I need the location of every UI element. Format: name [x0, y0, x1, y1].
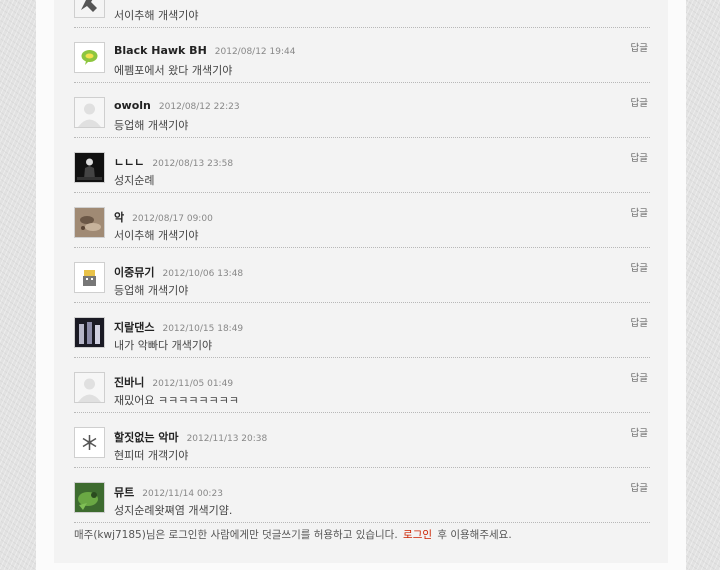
reply-button[interactable]: 답글	[631, 480, 648, 494]
robot-avatar-icon[interactable]	[74, 0, 105, 18]
comment-item: 이중뮤기 2012/10/06 13:48 등업해 개색기야 답글	[74, 248, 650, 303]
comment-text: 서이추해 개색기야	[114, 9, 199, 22]
comment-date: 2012/08/13 23:58	[152, 159, 234, 169]
comment-author[interactable]: 진바니	[114, 376, 144, 389]
comment-text: 현피떠 개객기야	[114, 449, 189, 462]
login-notice-suffix: 후 이용해주세요.	[437, 529, 512, 541]
login-notice: 매주(kwj7185)님은 로그인한 사람에게만 덧글쓰기를 허용하고 있습니다…	[74, 527, 512, 542]
comment-item: 진바니 2012/11/05 01:49 재밌어요 ㅋㅋㅋㅋㅋㅋㅋㅋ 답글	[74, 358, 650, 413]
comment-text: 성지순례	[114, 174, 155, 187]
comment-date: 2012/11/14 00:23	[142, 489, 223, 499]
comment-author[interactable]: 할짓없는 악마	[114, 431, 179, 444]
comment-author[interactable]: 뮤트	[114, 486, 134, 499]
reply-button[interactable]: 답글	[631, 425, 648, 439]
comment-date: 2012/08/17 09:00	[132, 214, 213, 224]
green-creature-avatar-icon[interactable]	[74, 482, 105, 513]
comment-text: 에펨포에서 왔다 개색기야	[114, 64, 233, 77]
comment-text: 등업해 개색기야	[114, 284, 189, 297]
comment-item: 지랄댄스 2012/10/15 18:49 내가 악빠다 개색기야 답글	[74, 303, 650, 358]
default-avatar-icon[interactable]	[74, 372, 105, 403]
reply-button[interactable]: 답글	[631, 205, 648, 219]
comment-author[interactable]: 이중뮤기	[114, 266, 154, 279]
comment-item: 뮤트 2012/11/14 00:23 성지순례왓쪄염 개색기얌. 답글	[74, 468, 650, 523]
photo-avatar-icon[interactable]	[74, 207, 105, 238]
speech-bubble-avatar-icon[interactable]	[74, 42, 105, 73]
comment-date: 2012/10/15 18:49	[162, 324, 244, 334]
snowflake-avatar-icon[interactable]	[74, 427, 105, 458]
comment-text: 서이추해 개색기야	[114, 229, 199, 242]
login-notice-text: 매주(kwj7185)님은 로그인한 사람에게만 덧글쓰기를 허용하고 있습니다…	[74, 529, 398, 541]
comment-text: 재밌어요 ㅋㅋㅋㅋㅋㅋㅋㅋ	[114, 394, 239, 407]
comment-author[interactable]: owoln	[114, 99, 151, 112]
comment-text: 내가 악빠다 개색기야	[114, 339, 213, 352]
comment-date: 2012/11/05 01:49	[152, 379, 234, 389]
reply-button[interactable]: 답글	[631, 40, 648, 54]
comment-list: 서이추해 개색기야 답글 Black Hawk BH 2012/08/12 19:…	[74, 0, 650, 523]
comment-date: 2012/08/12 22:23	[158, 102, 240, 112]
reply-button[interactable]: 답글	[631, 260, 648, 274]
comment-date: 2012/11/13 20:38	[186, 434, 268, 444]
comment-item: 악 2012/08/17 09:00 서이추해 개색기야 답글	[74, 193, 650, 248]
comment-date: 2012/10/06 13:48	[162, 269, 244, 279]
reply-button[interactable]: 답글	[631, 315, 648, 329]
comment-item: ㄴㄴㄴ 2012/08/13 23:58 성지순례 답글	[74, 138, 650, 193]
character-avatar-icon[interactable]	[74, 262, 105, 293]
comment-item: owoln 2012/08/12 22:23 등업해 개색기야 답글	[74, 83, 650, 138]
comment-author[interactable]: ㄴㄴㄴ	[114, 156, 144, 169]
dark-figure-avatar-icon[interactable]	[74, 152, 105, 183]
comment-text: 등업해 개색기야	[114, 119, 189, 132]
default-avatar-icon[interactable]	[74, 97, 105, 128]
comment-author[interactable]: 악	[114, 211, 124, 224]
comment-item: 서이추해 개색기야 답글	[74, 0, 650, 28]
comment-item: Black Hawk BH 2012/08/12 19:44 에펨포에서 왔다 개…	[74, 28, 650, 83]
comment-date: 2012/08/12 19:44	[214, 47, 296, 57]
reply-button[interactable]: 답글	[631, 150, 648, 164]
comment-text: 성지순례왓쪄염 개색기얌.	[114, 504, 233, 517]
dancers-avatar-icon[interactable]	[74, 317, 105, 348]
reply-button[interactable]: 답글	[631, 95, 648, 109]
comment-author[interactable]: Black Hawk BH	[114, 44, 207, 57]
comment-item: 할짓없는 악마 2012/11/13 20:38 현피떠 개객기야 답글	[74, 413, 650, 468]
login-link[interactable]: 로그인	[403, 529, 432, 541]
reply-button[interactable]: 답글	[631, 370, 648, 384]
comment-author[interactable]: 지랄댄스	[114, 321, 154, 334]
